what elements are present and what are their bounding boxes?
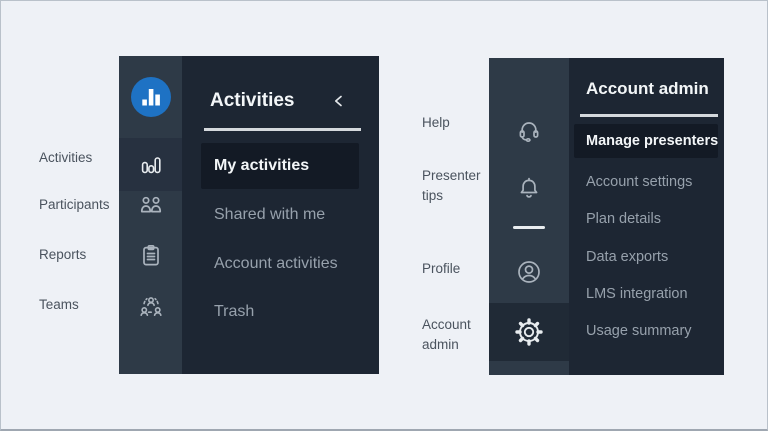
- clipboard-icon: [142, 244, 159, 266]
- annotation-help: Help: [422, 115, 450, 130]
- rail-item-profile[interactable]: [489, 257, 569, 287]
- bell-icon: [520, 177, 538, 198]
- menu-item-lms-integration[interactable]: LMS integration: [586, 285, 688, 304]
- left-expanded-panel: Activities My activities Shared with me …: [182, 56, 379, 374]
- app-logo-button[interactable]: [119, 56, 182, 138]
- menu-item-account-activities[interactable]: Account activities: [214, 254, 338, 274]
- participants-icon: [140, 196, 161, 213]
- rail-item-teams[interactable]: [119, 294, 182, 320]
- right-header-divider: [580, 114, 718, 117]
- bar-chart-logo-icon: [141, 89, 160, 106]
- menu-item-label: Manage presenters: [586, 133, 719, 149]
- rail-item-help[interactable]: [489, 117, 569, 145]
- right-sidebar: Account admin Manage presenters Account …: [489, 58, 724, 375]
- left-header-divider: [204, 128, 361, 131]
- menu-item-plan-details[interactable]: Plan details: [586, 210, 661, 229]
- menu-item-my-activities[interactable]: My activities: [201, 143, 359, 189]
- menu-item-data-exports[interactable]: Data exports: [586, 248, 668, 267]
- annotation-teams: Teams: [39, 297, 79, 312]
- annotation-participants: Participants: [39, 197, 110, 212]
- app-logo: [130, 77, 171, 117]
- collapse-chevron-icon[interactable]: [330, 92, 348, 110]
- rail-item-presenter-tips[interactable]: [489, 175, 569, 203]
- annotation-profile: Profile: [422, 261, 461, 276]
- rail-item-activities[interactable]: [119, 138, 182, 191]
- annotation-presenter-tips: Presenter tips: [422, 168, 481, 203]
- annotation-account-admin: Account admin: [422, 317, 471, 352]
- rail-item-account-admin[interactable]: [489, 303, 569, 361]
- right-panel-title: Account admin: [586, 79, 709, 98]
- annotation-activities: Activities: [39, 150, 93, 165]
- right-icon-rail: [489, 58, 569, 375]
- menu-item-usage-summary[interactable]: Usage summary: [586, 322, 692, 341]
- headset-icon: [519, 122, 539, 143]
- right-expanded-panel: Account admin Manage presenters Account …: [569, 58, 724, 375]
- menu-item-trash[interactable]: Trash: [214, 302, 254, 322]
- menu-item-manage-presenters[interactable]: Manage presenters: [574, 124, 718, 158]
- left-sidebar: Activities My activities Shared with me …: [119, 56, 379, 374]
- screenshot-canvas: Activities Participants Reports Teams He…: [0, 0, 768, 431]
- menu-item-shared-with-me[interactable]: Shared with me: [214, 205, 325, 225]
- bar-chart-icon: [141, 156, 161, 173]
- left-panel-title: Activities: [210, 90, 295, 111]
- rail-divider: [513, 226, 545, 229]
- rail-item-reports[interactable]: [119, 243, 182, 269]
- left-icon-rail: [119, 56, 182, 374]
- gear-icon: [515, 318, 543, 346]
- menu-item-label: My activities: [214, 157, 310, 174]
- menu-item-account-settings[interactable]: Account settings: [586, 173, 692, 192]
- annotation-reports: Reports: [39, 247, 87, 262]
- rail-item-participants[interactable]: [119, 193, 182, 219]
- teams-icon: [139, 297, 162, 317]
- profile-icon: [518, 261, 540, 283]
